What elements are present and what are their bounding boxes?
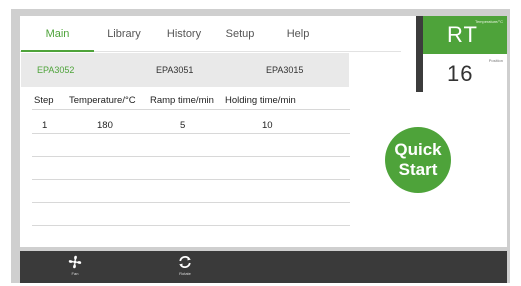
active-tab-indicator <box>21 50 94 52</box>
tab-main[interactable]: Main <box>21 23 94 45</box>
method-bar: EPA3052 EPA3051 EPA3015 <box>21 53 349 87</box>
quick-start-label-line2: Start <box>398 160 438 179</box>
rotate-button[interactable]: Rotate <box>165 254 205 276</box>
fan-button[interactable]: Fan <box>55 254 95 276</box>
method-epa3051[interactable]: EPA3051 <box>156 53 193 87</box>
column-header-temperature: Temperature/°C <box>69 95 136 106</box>
rotate-icon <box>165 254 205 270</box>
tab-library[interactable]: Library <box>94 23 154 45</box>
tab-setup[interactable]: Setup <box>214 23 266 45</box>
rotate-label: Rotate <box>179 271 191 276</box>
method-epa3052[interactable]: EPA3052 <box>37 53 74 87</box>
table-divider <box>32 109 350 110</box>
column-header-holding-time: Holding time/min <box>225 95 296 106</box>
column-header-step: Step <box>34 95 54 106</box>
position-display: Position 16 <box>423 54 507 92</box>
quick-start-button[interactable]: Quick Start <box>385 127 451 193</box>
device-frame: Main Library History Setup Help EPA3052 … <box>11 9 510 283</box>
table-divider <box>32 156 350 157</box>
cell-ramp-time: 5 <box>180 120 186 131</box>
fan-icon <box>55 254 95 270</box>
table-divider <box>32 202 350 203</box>
cell-step: 1 <box>42 120 48 131</box>
method-epa3015[interactable]: EPA3015 <box>266 53 303 87</box>
cell-temperature: 180 <box>97 120 113 131</box>
tab-history[interactable]: History <box>154 23 214 45</box>
temperature-caption: Temperature/°C <box>474 19 503 24</box>
bottom-toolbar: Fan Rotate <box>20 251 507 283</box>
position-value: 16 <box>447 61 474 86</box>
table-divider <box>32 179 350 180</box>
quick-start-label-line1: Quick <box>394 140 442 159</box>
screen: Main Library History Setup Help EPA3052 … <box>20 16 507 247</box>
fan-label: Fan <box>71 271 79 276</box>
position-caption: Position <box>488 58 503 63</box>
status-panel: Temperature/°C RT Position 16 <box>416 16 507 92</box>
temperature-display: Temperature/°C RT <box>423 16 507 54</box>
table-divider <box>32 133 350 134</box>
temperature-value: RT <box>447 22 478 47</box>
table-divider <box>32 225 350 226</box>
tab-help[interactable]: Help <box>266 23 330 45</box>
status-panel-edge <box>416 16 423 92</box>
column-header-ramp-time: Ramp time/min <box>150 95 214 106</box>
cell-holding-time: 10 <box>262 120 273 131</box>
tab-bar: Main Library History Setup Help <box>20 16 401 52</box>
